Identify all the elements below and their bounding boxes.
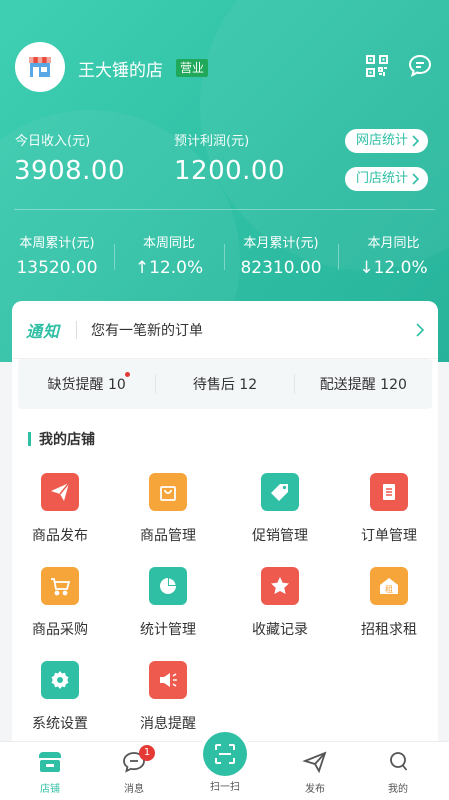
paper-plane-icon: [302, 751, 327, 774]
tab-label: 消息: [124, 784, 144, 795]
shop-tab-icon: [39, 752, 61, 772]
online-stats-label: 网店统计: [356, 133, 409, 148]
grid-label: 商品管理: [140, 528, 196, 544]
grid-item-rental[interactable]: 租 招租求租: [339, 567, 439, 639]
grid-item-order-manage[interactable]: 订单管理: [339, 473, 439, 545]
grid-label: 商品发布: [32, 528, 88, 544]
week-yoy-value: ↑12.0%: [134, 258, 204, 278]
reminder-label: 待售后 12: [192, 377, 258, 393]
scan-icon: [215, 744, 235, 764]
today-income-value: 3908.00: [14, 156, 126, 186]
month-total-value: 82310.00: [240, 258, 322, 278]
tab-label: 扫一扫: [210, 782, 240, 793]
grid-label: 促销管理: [252, 528, 308, 544]
notice-bar[interactable]: 通知 您有一笔新的订单: [12, 301, 438, 359]
grid-label: 消息提醒: [140, 716, 196, 732]
grid-label: 收藏记录: [252, 622, 308, 638]
cart-icon: [41, 567, 79, 605]
chevron-right-icon: [416, 322, 424, 337]
profile-icon: [390, 752, 408, 771]
tab-publish[interactable]: 发布: [285, 750, 345, 795]
tab-label: 店铺: [40, 784, 60, 795]
expected-profit-label: 预计利润(元): [174, 134, 250, 149]
month-yoy-value: ↓12.0%: [359, 258, 428, 278]
grid-item-message-reminder[interactable]: 消息提醒: [118, 661, 218, 733]
shop-name: 王大锤的店: [78, 61, 163, 81]
grid-label: 商品采购: [32, 622, 88, 638]
today-income-label: 今日收入(元): [15, 134, 91, 149]
notice-tag: 通知: [26, 321, 61, 341]
shop-avatar[interactable]: [15, 42, 65, 92]
store-stats-button[interactable]: 门店统计: [345, 167, 429, 191]
week-yoy-label: 本周同比: [142, 236, 195, 251]
grid-item-product-purchase[interactable]: 商品采购: [10, 567, 110, 639]
reminder-label: 配送提醒 120: [319, 377, 407, 393]
tab-label: 发布: [305, 784, 325, 795]
pie-chart-icon: [149, 567, 187, 605]
reminder-after-sale[interactable]: 待售后 12: [155, 374, 293, 394]
chevron-right-icon: [412, 173, 420, 185]
section-accent-bar: [28, 432, 31, 446]
section-title-text: 我的店铺: [39, 432, 95, 448]
message-count-badge: 1: [139, 745, 155, 761]
online-stats-button[interactable]: 网店统计: [345, 129, 429, 153]
section-title: 我的店铺: [28, 429, 95, 449]
qrcode-icon: [366, 55, 388, 77]
divider: [76, 320, 78, 339]
tab-mine[interactable]: 我的: [368, 750, 428, 795]
rent-house-icon: 租: [370, 567, 408, 605]
reminder-out-of-stock[interactable]: 缺货提醒 10: [18, 372, 155, 394]
reminder-delivery[interactable]: 配送提醒 120: [293, 374, 432, 394]
star-icon: [261, 567, 299, 605]
grid-item-system-settings[interactable]: 系统设置: [10, 661, 110, 733]
week-total-label: 本周累计(元): [19, 236, 95, 251]
grid-item-product-publish[interactable]: 商品发布: [10, 473, 110, 545]
shopping-bag-icon: [149, 473, 187, 511]
chat-icon: [408, 54, 432, 77]
grid-item-favorites[interactable]: 收藏记录: [230, 567, 330, 639]
tab-shop[interactable]: 店铺: [20, 750, 80, 795]
document-icon: [370, 473, 408, 511]
scan-button[interactable]: [203, 732, 247, 776]
grid-label: 统计管理: [140, 622, 196, 638]
grid-item-promotion-manage[interactable]: 促销管理: [230, 473, 330, 545]
chevron-right-icon: [412, 135, 420, 147]
tab-scan-label[interactable]: 扫一扫: [195, 778, 255, 793]
reminder-label: 缺货提醒 10: [47, 377, 126, 393]
grid-item-product-manage[interactable]: 商品管理: [118, 473, 218, 545]
month-yoy-label: 本月同比: [367, 236, 420, 251]
grid-label: 系统设置: [32, 716, 88, 732]
status-badge: 营业: [176, 59, 209, 77]
unread-dot: [125, 372, 130, 377]
reminder-bar: 缺货提醒 10 待售后 12 配送提醒 120: [18, 359, 432, 409]
grid-label: 订单管理: [361, 528, 417, 544]
qrcode-button[interactable]: [365, 54, 389, 78]
tab-label: 我的: [388, 784, 408, 795]
month-total-label: 本月累计(元): [243, 236, 319, 251]
main-card: 通知 您有一笔新的订单 缺货提醒 10 待售后 12 配送提醒 120 我的店铺…: [12, 301, 438, 741]
notice-text: 您有一笔新的订单: [91, 322, 204, 339]
grid-label: 招租求租: [361, 622, 417, 638]
gear-icon: [41, 661, 79, 699]
store-icon: [29, 57, 51, 77]
tag-icon: [261, 473, 299, 511]
megaphone-icon: [149, 661, 187, 699]
expected-profit-value: 1200.00: [174, 156, 286, 186]
week-total-value: 13520.00: [16, 258, 98, 278]
tab-messages[interactable]: 消息: [104, 750, 164, 795]
store-stats-label: 门店统计: [356, 171, 409, 186]
grid-item-stats-manage[interactable]: 统计管理: [118, 567, 218, 639]
divider: [14, 209, 435, 210]
paper-plane-icon: [41, 473, 79, 511]
svg-text:租: 租: [385, 585, 393, 594]
message-button[interactable]: [407, 53, 433, 79]
